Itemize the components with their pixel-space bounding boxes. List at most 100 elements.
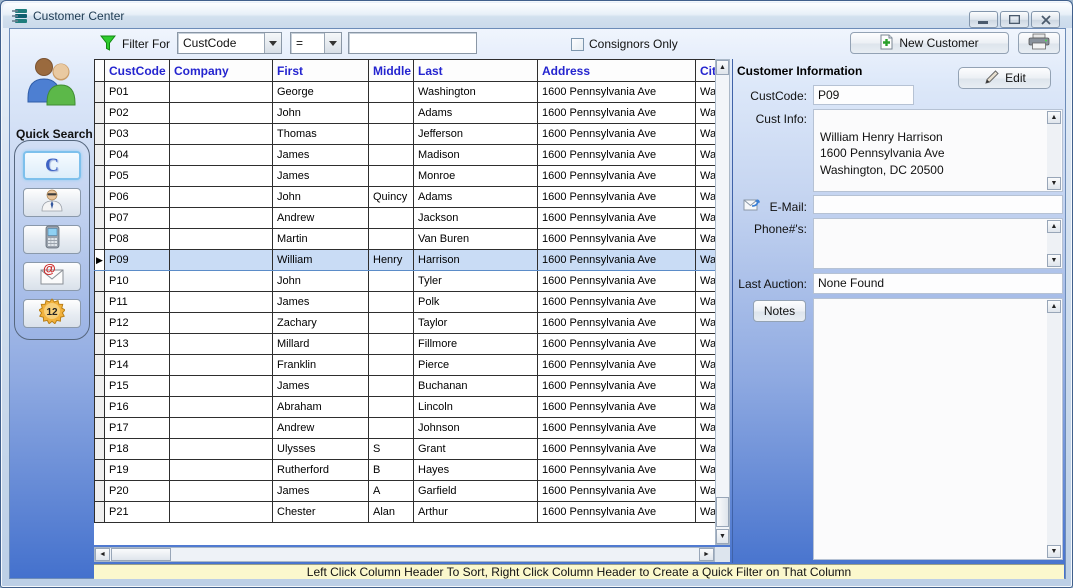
cell-first[interactable]: Ulysses <box>273 439 369 460</box>
scroll-down-icon[interactable]: ▼ <box>716 529 729 544</box>
table-row[interactable]: P13MillardFillmore1600 Pennsylvania AveW… <box>95 334 716 355</box>
cell-city[interactable]: Washington <box>696 124 716 145</box>
cell-last[interactable]: Adams <box>414 187 538 208</box>
cell-city[interactable]: Washington <box>696 208 716 229</box>
cell-first[interactable]: Thomas <box>273 124 369 145</box>
chevron-down-icon[interactable] <box>264 33 281 53</box>
cell-first[interactable]: Andrew <box>273 418 369 439</box>
cell-city[interactable]: Washington <box>696 376 716 397</box>
cell-address[interactable]: 1600 Pennsylvania Ave <box>538 481 696 502</box>
cell-middle[interactable]: Henry <box>369 250 414 271</box>
cell-middle[interactable]: Alan <box>369 502 414 523</box>
scroll-left-icon[interactable]: ◄ <box>95 548 110 561</box>
cell-middle[interactable] <box>369 208 414 229</box>
cell-address[interactable]: 1600 Pennsylvania Ave <box>538 334 696 355</box>
cell-code[interactable]: P04 <box>105 145 170 166</box>
table-row[interactable]: P06JohnQuincyAdams1600 Pennsylvania AveW… <box>95 187 716 208</box>
cell-first[interactable]: Millard <box>273 334 369 355</box>
row-selector[interactable] <box>95 460 105 481</box>
cell-address[interactable]: 1600 Pennsylvania Ave <box>538 271 696 292</box>
cell-last[interactable]: Lincoln <box>414 397 538 418</box>
cell-code[interactable]: P21 <box>105 502 170 523</box>
cell-company[interactable] <box>170 481 273 502</box>
row-selector[interactable] <box>95 418 105 439</box>
cell-company[interactable] <box>170 103 273 124</box>
cell-middle[interactable] <box>369 397 414 418</box>
close-button[interactable] <box>1031 11 1060 28</box>
table-row[interactable]: P20JamesAGarfield1600 Pennsylvania AveWa… <box>95 481 716 502</box>
maximize-button[interactable] <box>1000 11 1029 28</box>
minimize-button[interactable] <box>969 11 998 28</box>
cell-code[interactable]: P05 <box>105 166 170 187</box>
filter-operator-select[interactable]: = <box>290 32 342 54</box>
notes-scrollbar[interactable]: ▲ ▼ <box>1047 300 1061 558</box>
cell-middle[interactable] <box>369 103 414 124</box>
scroll-down-icon[interactable]: ▼ <box>1047 254 1061 267</box>
cell-last[interactable]: Hayes <box>414 460 538 481</box>
header-company[interactable]: Company <box>170 60 273 82</box>
cell-code[interactable]: P03 <box>105 124 170 145</box>
cell-first[interactable]: Martin <box>273 229 369 250</box>
row-selector[interactable] <box>95 313 105 334</box>
table-row[interactable]: P05JamesMonroe1600 Pennsylvania AveWashi… <box>95 166 716 187</box>
cell-company[interactable] <box>170 292 273 313</box>
cell-code[interactable]: P02 <box>105 103 170 124</box>
cell-address[interactable]: 1600 Pennsylvania Ave <box>538 229 696 250</box>
cell-address[interactable]: 1600 Pennsylvania Ave <box>538 208 696 229</box>
cell-company[interactable] <box>170 502 273 523</box>
row-selector[interactable] <box>95 334 105 355</box>
cell-middle[interactable]: B <box>369 460 414 481</box>
cell-first[interactable]: George <box>273 82 369 103</box>
cell-middle[interactable] <box>369 355 414 376</box>
table-row[interactable]: P16AbrahamLincoln1600 Pennsylvania AveWa… <box>95 397 716 418</box>
cell-last[interactable]: Fillmore <box>414 334 538 355</box>
cell-first[interactable]: John <box>273 187 369 208</box>
cell-city[interactable]: Washington <box>696 187 716 208</box>
cell-middle[interactable] <box>369 82 414 103</box>
header-city[interactable]: City <box>696 60 716 82</box>
cell-middle[interactable]: S <box>369 439 414 460</box>
scroll-up-icon[interactable]: ▲ <box>1047 111 1061 124</box>
cell-last[interactable]: Monroe <box>414 166 538 187</box>
row-selector[interactable] <box>95 166 105 187</box>
row-selector[interactable] <box>95 502 105 523</box>
cell-city[interactable]: Washington <box>696 250 716 271</box>
cell-middle[interactable] <box>369 376 414 397</box>
cell-last[interactable]: Buchanan <box>414 376 538 397</box>
cell-address[interactable]: 1600 Pennsylvania Ave <box>538 292 696 313</box>
table-row[interactable]: P12ZacharyTaylor1600 Pennsylvania AveWas… <box>95 313 716 334</box>
table-row[interactable]: P07AndrewJackson1600 Pennsylvania AveWas… <box>95 208 716 229</box>
cell-code[interactable]: P15 <box>105 376 170 397</box>
cell-first[interactable]: James <box>273 145 369 166</box>
cell-last[interactable]: Washington <box>414 82 538 103</box>
cell-company[interactable] <box>170 250 273 271</box>
cell-company[interactable] <box>170 313 273 334</box>
horizontal-scroll-thumb[interactable] <box>111 548 171 561</box>
quick-search-custcode-button[interactable]: C <box>23 151 81 180</box>
cell-first[interactable]: John <box>273 271 369 292</box>
row-selector[interactable] <box>95 187 105 208</box>
cell-code[interactable]: P07 <box>105 208 170 229</box>
cell-city[interactable]: Washington <box>696 397 716 418</box>
header-address[interactable]: Address <box>538 60 696 82</box>
cell-company[interactable] <box>170 376 273 397</box>
header-custcode[interactable]: CustCode <box>105 60 170 82</box>
cell-code[interactable]: P12 <box>105 313 170 334</box>
cell-city[interactable]: Washington <box>696 460 716 481</box>
cell-last[interactable]: Van Buren <box>414 229 538 250</box>
cell-code[interactable]: P08 <box>105 229 170 250</box>
cell-code[interactable]: P18 <box>105 439 170 460</box>
cell-middle[interactable] <box>369 271 414 292</box>
cell-company[interactable] <box>170 418 273 439</box>
cell-middle[interactable]: Quincy <box>369 187 414 208</box>
cell-address[interactable]: 1600 Pennsylvania Ave <box>538 82 696 103</box>
notes-textarea[interactable]: ▲ ▼ <box>813 298 1063 560</box>
table-row[interactable]: P15JamesBuchanan1600 Pennsylvania AveWas… <box>95 376 716 397</box>
table-row[interactable]: P11JamesPolk1600 Pennsylvania AveWashing… <box>95 292 716 313</box>
quick-search-email-button[interactable]: @ <box>23 262 81 291</box>
cell-code[interactable]: P19 <box>105 460 170 481</box>
table-horizontal-scrollbar[interactable]: ◄ ► <box>94 547 715 562</box>
cell-code[interactable]: P16 <box>105 397 170 418</box>
cell-city[interactable]: Washington <box>696 355 716 376</box>
cell-first[interactable]: William <box>273 250 369 271</box>
